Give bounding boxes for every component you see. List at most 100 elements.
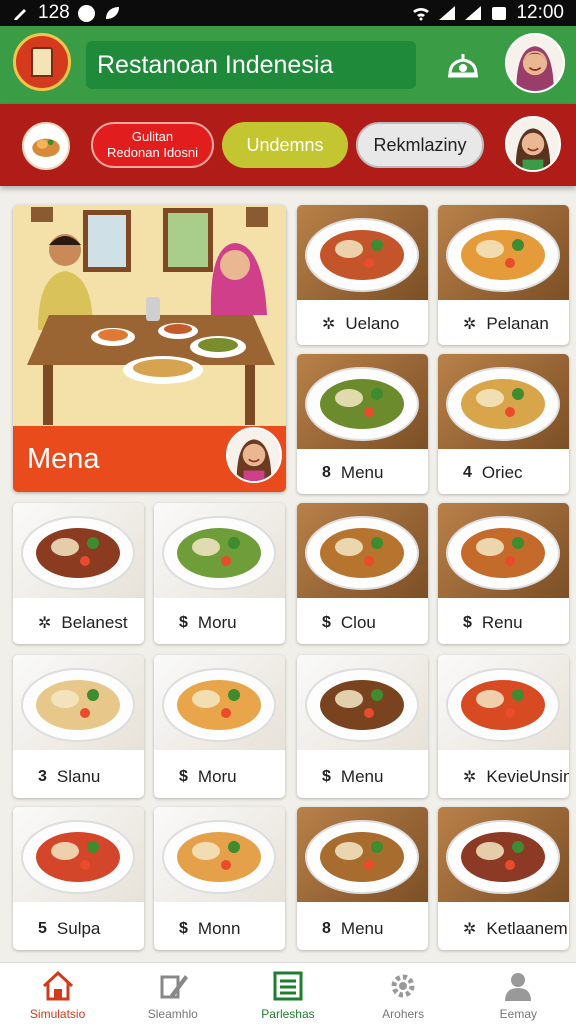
home-icon [42,970,73,1001]
category-pill-gulitan[interactable]: Gulitan Redonan Idosni [91,122,214,168]
hero-card[interactable]: Mena [13,205,286,492]
pill-line-2: Redonan Idosni [106,145,199,160]
menu-card-name: Moru [197,766,237,786]
menu-card[interactable]: $ Moru [154,503,285,644]
pill-line-1: Gulitan [131,129,174,144]
menu-card-name: Menu [340,462,384,482]
menu-card-name: Menu [340,918,384,938]
menu-card-label: 5 Sulpa [13,907,144,950]
dish-image [297,354,428,449]
nav-item-simulatsio[interactable]: Simulatsio [0,963,115,1024]
tower-logo-icon[interactable] [13,33,71,91]
menu-card[interactable]: 4 Oriec [438,354,569,494]
dish-image [438,503,569,598]
menu-card[interactable]: 3 Slanu [13,655,144,798]
avatar[interactable] [505,33,565,93]
menu-card-label: 3 Slanu [13,755,144,798]
app-icon [77,4,95,22]
menu-card[interactable]: ✲ Uelano [297,205,428,345]
menu-card-prefix: $ [322,767,331,785]
dish-image [297,655,428,750]
dish-image [13,807,144,902]
menu-card-name: Moru [197,612,237,632]
nav-label: Sleamhlo [147,1007,198,1021]
menu-card[interactable]: ✲ Ketlaanem [438,807,569,950]
menu-card-name: Renu [481,612,523,632]
menu-card[interactable]: $ Moru [154,655,285,798]
dish-image [297,205,428,300]
menu-card-name: Slanu [56,766,101,786]
menu-card-label: ✲ Uelano [297,302,428,345]
dish-image [13,655,144,750]
menu-card[interactable]: $ Clou [297,503,428,644]
dish-image [154,503,285,598]
menu-card-name: Ketlaanem [486,918,568,938]
menu-card-label: ✲ Ketlaanem [438,907,569,950]
menu-card-name: Uelano [345,313,400,333]
edit-tools-icon [160,975,188,999]
nav-item-arohers[interactable]: Arohers [346,963,461,1024]
nav-label: Parleshas [261,1007,315,1021]
menu-card-label: $ Menu [297,755,428,798]
edit-icon [14,9,26,20]
menu-card-name: Monn [197,918,241,938]
category-pill-rekmlaziny[interactable]: Rekmlaziny [356,122,484,168]
menu-card[interactable]: $ Monn [154,807,285,950]
menu-card-label: ✲ Pelanan [438,302,569,345]
bottom-nav: Simulatsio Sleamhlo Parleshas Arohers Ee… [0,962,576,1024]
leaf-icon [105,7,119,19]
menu-card-label: ✲ Belanest [13,601,144,644]
app-title[interactable]: Restanoan Indenesia [86,41,416,89]
signal-icon [439,6,456,20]
dish-image [438,205,569,300]
settings-icon[interactable] [446,50,480,80]
restaurant-illustration [13,205,286,426]
nav-label: Simulatsio [29,1007,86,1021]
battery-icon [492,7,507,20]
dish-image [297,807,428,902]
menu-card[interactable]: 5 Sulpa [13,807,144,950]
nav-item-sleamhlo[interactable]: Sleamhlo [115,963,230,1024]
status-bar: 128 12:00 [0,0,576,26]
app-header: Restanoan Indenesia [0,26,576,104]
dish-image [438,807,569,902]
menu-card[interactable]: 8 Menu [297,354,428,494]
menu-card-label: $ Clou [297,601,428,644]
menu-card-name: Pelanan [486,313,549,333]
hero-label: Mena [27,442,100,475]
list-icon [273,971,303,1001]
menu-card-prefix: $ [322,613,331,631]
food-thumbnail[interactable] [22,122,70,170]
menu-card-label: $ Moru [154,755,285,798]
wifi-icon [413,7,430,21]
menu-card-prefix: ✲ [463,315,477,333]
dish-image [297,503,428,598]
menu-card-prefix: ✲ [38,614,52,632]
menu-card[interactable]: $ Menu [297,655,428,798]
category-pill-undemns[interactable]: Undemns [222,122,348,168]
menu-card[interactable]: ✲ Belanest [13,503,144,644]
menu-card-name: Oriec [481,462,523,482]
nav-label: Arohers [382,1007,425,1021]
menu-card-prefix: $ [179,919,188,937]
hero-avatar [226,427,282,483]
avatar-secondary[interactable] [505,116,561,172]
menu-card-prefix: 8 [322,919,331,937]
category-bar: Gulitan Redonan Idosni Undemns Rekmlazin… [0,104,576,186]
menu-card-prefix: ✲ [463,768,477,786]
menu-card[interactable]: ✲ KevieUnsin [438,655,569,798]
menu-card-label: $ Monn [154,907,285,950]
nav-item-eemay[interactable]: Eemay [461,963,576,1024]
menu-card-prefix: 4 [463,463,472,481]
menu-card-name: Clou [340,612,376,632]
menu-card-prefix: ✲ [322,315,336,333]
nav-label: Eemay [499,1007,538,1021]
menu-card-prefix: $ [179,767,188,785]
menu-card[interactable]: ✲ Pelanan [438,205,569,345]
menu-card[interactable]: 8 Menu [297,807,428,950]
menu-card-name: Sulpa [56,918,101,938]
nav-item-parleshas[interactable]: Parleshas [230,963,345,1024]
menu-card[interactable]: $ Renu [438,503,569,644]
menu-card-name: KevieUnsin [486,766,569,786]
dish-image [154,807,285,902]
